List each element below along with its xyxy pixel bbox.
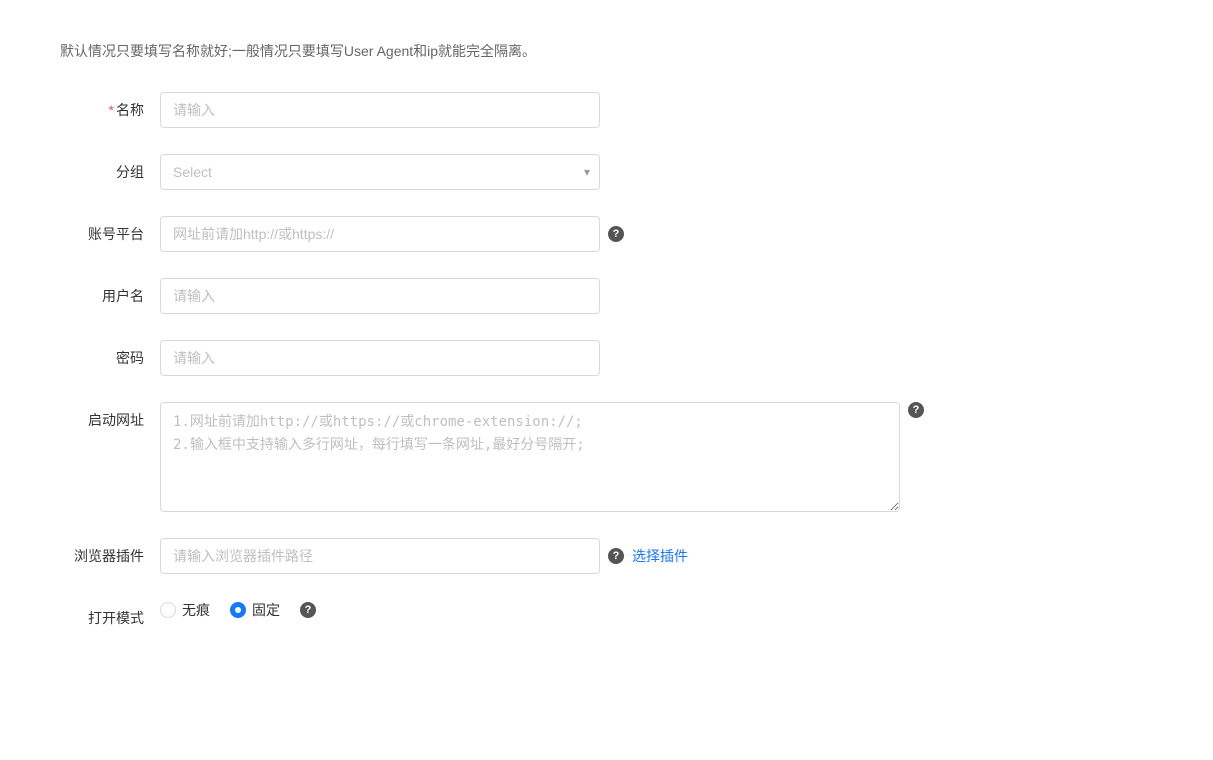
name-input[interactable] — [160, 92, 600, 128]
start-url-textarea[interactable] — [160, 402, 900, 512]
group-row: 分组 Select ▾ — [60, 154, 1153, 190]
open-mode-label: 打开模式 — [60, 600, 160, 628]
platform-help-icon[interactable]: ? — [608, 226, 624, 242]
traceless-radio-label: 无痕 — [182, 600, 210, 620]
username-row: 用户名 — [60, 278, 1153, 314]
name-label: *名称 — [60, 92, 160, 120]
username-label: 用户名 — [60, 278, 160, 306]
browser-plugin-help-icon[interactable]: ? — [608, 548, 624, 564]
platform-input[interactable] — [160, 216, 600, 252]
browser-plugin-label: 浏览器插件 — [60, 538, 160, 566]
group-select[interactable]: Select — [160, 154, 600, 190]
group-control-wrapper: Select ▾ — [160, 154, 760, 190]
password-control-wrapper — [160, 340, 760, 376]
start-url-row: 启动网址 ? — [60, 402, 1153, 512]
group-label: 分组 — [60, 154, 160, 182]
password-input[interactable] — [160, 340, 600, 376]
start-url-help-icon[interactable]: ? — [908, 402, 924, 418]
name-control-wrapper — [160, 92, 760, 128]
start-url-label: 启动网址 — [60, 402, 160, 430]
description-text: 默认情况只要填写名称就好;一般情况只要填写User Agent和ip就能完全隔离… — [60, 40, 1153, 62]
name-row: *名称 — [60, 92, 1153, 128]
username-control-wrapper — [160, 278, 760, 314]
browser-plugin-control-wrapper: ? 选择插件 — [160, 538, 760, 574]
open-mode-control-wrapper: 无痕 固定 ? — [160, 600, 316, 620]
username-input[interactable] — [160, 278, 600, 314]
fixed-radio-circle — [230, 602, 246, 618]
traceless-radio[interactable]: 无痕 — [160, 600, 210, 620]
open-mode-help-icon[interactable]: ? — [300, 602, 316, 618]
platform-label: 账号平台 — [60, 216, 160, 244]
name-required: * — [109, 102, 114, 118]
group-select-wrapper: Select ▾ — [160, 154, 600, 190]
browser-plugin-input[interactable] — [160, 538, 600, 574]
platform-control-wrapper: ? — [160, 216, 760, 252]
page-container: 默认情况只要填写名称就好;一般情况只要填写User Agent和ip就能完全隔离… — [0, 0, 1213, 760]
traceless-radio-circle — [160, 602, 176, 618]
select-plugin-button[interactable]: 选择插件 — [632, 546, 688, 566]
password-row: 密码 — [60, 340, 1153, 376]
fixed-radio-label: 固定 — [252, 600, 280, 620]
open-mode-row: 打开模式 无痕 固定 ? — [60, 600, 1153, 628]
fixed-radio[interactable]: 固定 — [230, 600, 280, 620]
start-url-control-wrapper: ? — [160, 402, 924, 512]
platform-row: 账号平台 ? — [60, 216, 1153, 252]
browser-plugin-row: 浏览器插件 ? 选择插件 — [60, 538, 1153, 574]
password-label: 密码 — [60, 340, 160, 368]
